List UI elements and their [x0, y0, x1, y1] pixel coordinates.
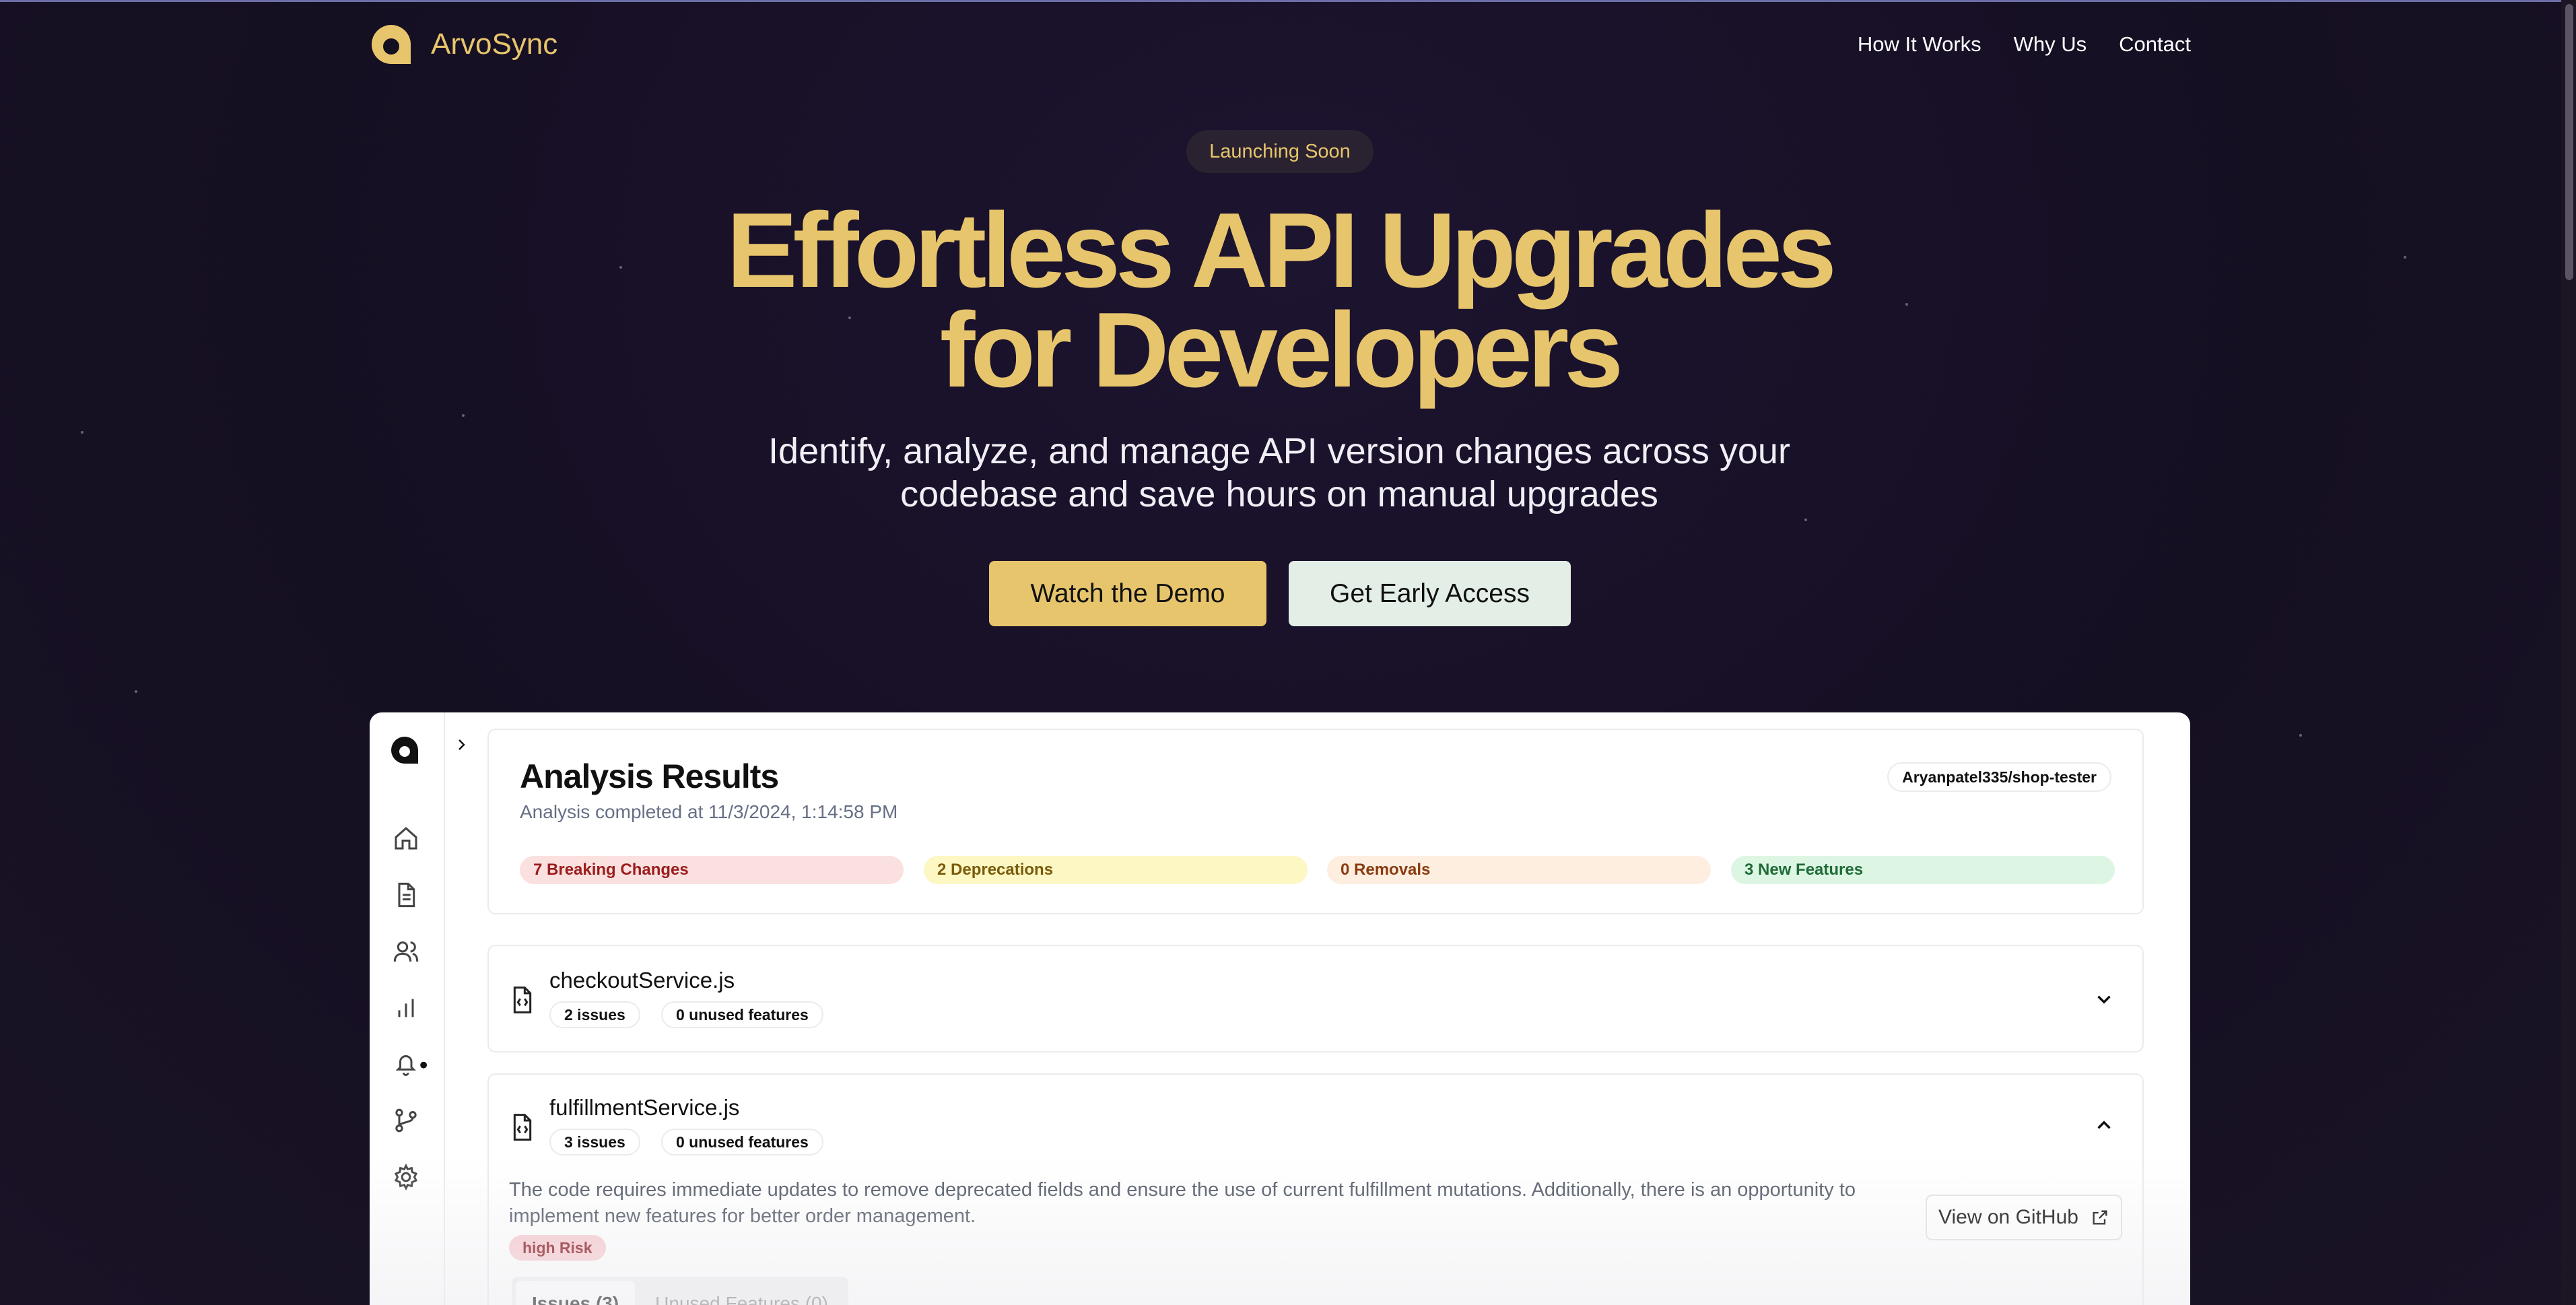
breaking-changes-stat: 7 Breaking Changes [520, 856, 904, 884]
risk-badge: high Risk [509, 1235, 606, 1261]
issues-count-tag: 3 issues [549, 1129, 640, 1156]
git-branch-icon[interactable] [393, 1107, 419, 1134]
view-on-github-label: View on GitHub [1938, 1206, 2078, 1228]
users-icon[interactable] [393, 938, 419, 965]
view-on-github-button[interactable]: View on GitHub [1926, 1195, 2122, 1240]
hero-headline: Effortless API Upgrades for Developers [606, 191, 1953, 409]
file-analysis-description: The code requires immediate updates to r… [509, 1177, 1923, 1230]
gear-icon[interactable] [393, 1164, 419, 1191]
hero-subline-line-1: Identify, analyze, and manage API versio… [768, 431, 1790, 471]
nav-links: How It Works Why Us Contact [1858, 32, 2191, 57]
document-icon[interactable] [393, 881, 419, 908]
repo-badge: Aryanpatel335/shop-tester [1887, 762, 2111, 792]
nav-link-how-it-works[interactable]: How It Works [1858, 32, 1981, 57]
nav-link-why-us[interactable]: Why Us [2014, 32, 2087, 57]
analysis-results-card: Analysis Results Analysis completed at 1… [487, 729, 2144, 914]
background-star [462, 414, 465, 417]
unused-features-tag: 0 unused features [661, 1129, 823, 1156]
hero-headline-line-1: Effortless API Upgrades [726, 191, 1837, 310]
file-card-fulfillment[interactable]: fulfillmentService.js 3 issues 0 unused … [487, 1073, 2144, 1305]
bar-chart-icon[interactable] [393, 995, 419, 1022]
arvosync-logo-icon [372, 25, 411, 64]
hero-subline: Identify, analyze, and manage API versio… [673, 430, 1885, 516]
analysis-timestamp: Analysis completed at 11/3/2024, 1:14:58… [520, 801, 898, 822]
app-sidebar [370, 712, 445, 1305]
file-card-checkout[interactable]: checkoutService.js 2 issues 0 unused fea… [487, 945, 2144, 1052]
chevron-down-icon[interactable] [2093, 988, 2115, 1011]
code-file-icon [513, 986, 532, 1013]
app-logo-icon[interactable] [390, 735, 419, 765]
window-top-border [0, 0, 2576, 2]
issues-count-tag: 2 issues [549, 1001, 640, 1028]
top-nav: ArvoSync How It Works Why Us Contact [369, 20, 2191, 69]
external-link-icon [2093, 1210, 2107, 1225]
deprecations-stat: 2 Deprecations [924, 856, 1308, 884]
description-line-2: implement new features for better order … [509, 1205, 976, 1227]
background-star [2299, 734, 2302, 737]
background-star [1804, 518, 1807, 521]
chevron-up-icon[interactable] [2093, 1114, 2115, 1137]
brand-name: ArvoSync [431, 28, 558, 61]
watch-demo-button[interactable]: Watch the Demo [989, 561, 1266, 626]
file-tabs: Issues (3) Unused Features (0) [512, 1277, 848, 1305]
scrollbar-thumb[interactable] [2565, 4, 2573, 280]
hero-headline-line-2: for Developers [939, 291, 1623, 409]
bell-icon[interactable] [393, 1050, 430, 1077]
description-line-1: The code requires immediate updates to r… [509, 1179, 1856, 1201]
new-features-stat: 3 New Features [1731, 856, 2115, 884]
analysis-results-title: Analysis Results [520, 758, 779, 795]
removals-stat: 0 Removals [1327, 856, 1711, 884]
background-star [2404, 256, 2406, 259]
launching-soon-badge: Launching Soon [1186, 130, 1374, 173]
page-scrollbar[interactable] [2561, 0, 2576, 1305]
background-star [81, 431, 83, 434]
unused-features-tag: 0 unused features [661, 1001, 823, 1028]
tab-issues[interactable]: Issues (3) [516, 1281, 636, 1305]
home-icon[interactable] [393, 825, 419, 852]
tab-unused-features[interactable]: Unused Features (0) [639, 1281, 844, 1305]
nav-link-contact[interactable]: Contact [2119, 32, 2191, 57]
code-file-icon [513, 1114, 532, 1141]
brand[interactable]: ArvoSync [369, 22, 557, 67]
chevron-right-icon [459, 739, 465, 750]
hero-subline-line-2: codebase and save hours on manual upgrad… [900, 474, 1658, 514]
early-access-button[interactable]: Get Early Access [1289, 561, 1571, 626]
file-name: fulfillmentService.js [549, 1095, 740, 1120]
app-preview-panel: Analysis Results Analysis completed at 1… [370, 712, 2190, 1305]
expand-sidebar-button[interactable] [448, 731, 475, 758]
background-star [135, 690, 137, 693]
file-name: checkoutService.js [549, 968, 735, 993]
